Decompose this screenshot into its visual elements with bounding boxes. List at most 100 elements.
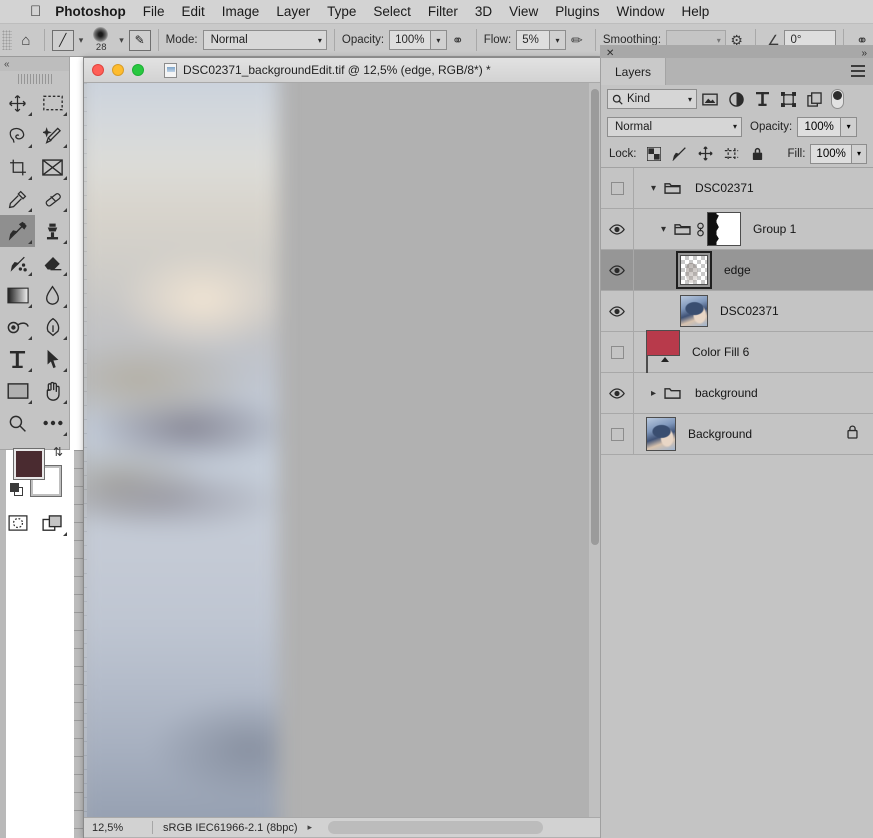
chevron-down-icon[interactable]: ▾ (656, 224, 671, 235)
double-chevron-right-icon[interactable]: » (861, 48, 867, 59)
rectangular-marquee-tool[interactable] (35, 87, 70, 119)
layer-fill-input[interactable]: 100% (810, 143, 852, 164)
foreground-color-swatch[interactable] (13, 448, 45, 480)
rectangle-tool[interactable] (0, 375, 35, 407)
menu-item-plugins[interactable]: Plugins (555, 4, 599, 19)
blur-tool[interactable] (35, 279, 70, 311)
layer-thumbnail[interactable] (680, 295, 708, 327)
chevron-down-icon[interactable]: ▾ (646, 183, 661, 194)
layer-mask-thumbnail[interactable] (707, 212, 741, 246)
menu-item-layer[interactable]: Layer (276, 4, 310, 19)
object-selection-tool[interactable] (35, 119, 70, 151)
pressure-opacity-icon[interactable]: ⚭ (447, 29, 469, 51)
airbrush-icon[interactable]: ✏ (566, 29, 588, 51)
layer-fill-stepper[interactable]: ▾ (851, 143, 867, 164)
menu-item-select[interactable]: Select (373, 4, 411, 19)
menu-item-photoshop[interactable]: Photoshop (55, 4, 126, 19)
eraser-tool[interactable] (35, 247, 70, 279)
layer-visibility-toggle[interactable] (601, 372, 634, 414)
chevron-right-icon[interactable]: ▸ (308, 822, 313, 833)
table-row[interactable]: ▾ Group 1 (601, 208, 873, 250)
zoom-window-button[interactable] (132, 64, 144, 76)
type-layer-filter-icon[interactable] (749, 88, 775, 110)
type-tool[interactable] (0, 343, 35, 375)
layer-blend-mode-select[interactable]: Normal ▾ (607, 116, 742, 137)
zoom-tool[interactable] (0, 407, 35, 439)
table-row[interactable]: Background (601, 413, 873, 455)
lock-position-icon[interactable] (694, 143, 718, 165)
menu-item-edit[interactable]: Edit (182, 4, 205, 19)
zoom-level-value[interactable]: 12,5% (84, 822, 152, 834)
quick-mask-icon[interactable] (0, 507, 35, 539)
lasso-tool[interactable] (0, 119, 35, 151)
pixel-layer-filter-icon[interactable] (697, 88, 723, 110)
layer-opacity-stepper[interactable]: ▾ (841, 116, 858, 137)
pen-tool[interactable] (35, 311, 70, 343)
layer-thumbnail[interactable] (680, 255, 708, 285)
tab-layers[interactable]: Layers (601, 58, 667, 85)
table-row[interactable]: Color Fill 6 (601, 330, 873, 374)
menu-item-filter[interactable]: Filter (428, 4, 458, 19)
scrollbar-thumb[interactable] (591, 89, 599, 545)
layer-visibility-toggle[interactable] (601, 290, 634, 332)
close-window-button[interactable] (92, 64, 104, 76)
panel-menu-icon[interactable] (851, 65, 865, 80)
minimize-window-button[interactable] (112, 64, 124, 76)
layer-visibility-toggle[interactable] (601, 167, 634, 209)
menu-item-image[interactable]: Image (222, 4, 260, 19)
table-row[interactable]: ▸ background (601, 372, 873, 414)
menu-item-help[interactable]: Help (682, 4, 710, 19)
history-brush-tool[interactable] (0, 247, 35, 279)
lock-all-icon[interactable] (746, 143, 770, 165)
table-row[interactable]: ▾ DSC02371 (601, 167, 873, 209)
move-tool[interactable] (0, 87, 35, 119)
eyedropper-tool[interactable] (0, 183, 35, 215)
canvas-area[interactable]: 12,5% sRGB IEC61966-2.1 (8bpc) ▸ (84, 83, 602, 837)
link-layers-icon[interactable] (693, 222, 707, 237)
chevron-down-icon[interactable]: ▾ (79, 35, 84, 46)
layer-opacity-input[interactable]: 100% (797, 116, 842, 137)
dodge-tool[interactable] (0, 311, 35, 343)
menu-item-3d[interactable]: 3D (475, 4, 492, 19)
brush-preset-picker[interactable]: 28 (88, 25, 114, 55)
hand-tool[interactable] (35, 375, 70, 407)
brush-panel-icon[interactable]: ✎ (128, 29, 151, 51)
filter-kind-select[interactable]: Kind ▾ (607, 89, 697, 109)
menu-item-type[interactable]: Type (327, 4, 356, 19)
flow-input[interactable]: 5% (516, 30, 551, 50)
lock-artboard-nesting-icon[interactable] (720, 143, 744, 165)
apple-logo-icon[interactable]:  (30, 4, 41, 19)
clone-stamp-tool[interactable] (35, 215, 70, 247)
brush-preset-chevron-icon[interactable]: ▾ (119, 35, 124, 46)
double-chevron-left-icon[interactable]: « (0, 57, 69, 71)
menu-item-file[interactable]: File (143, 4, 165, 19)
filter-toggle-icon[interactable] (831, 89, 844, 109)
default-colors-icon[interactable] (10, 483, 24, 497)
opacity-stepper[interactable]: ▾ (430, 30, 447, 50)
shape-layer-filter-icon[interactable] (775, 88, 801, 110)
swap-colors-icon[interactable]: ⇅ (53, 445, 63, 459)
spot-healing-brush-tool[interactable] (35, 183, 70, 215)
blend-mode-select[interactable]: Normal ▾ (202, 30, 327, 50)
gradient-tool[interactable] (0, 279, 35, 311)
chevron-right-icon[interactable]: ▸ (646, 388, 661, 399)
smart-object-filter-icon[interactable] (801, 88, 827, 110)
layer-thumbnail[interactable] (646, 417, 676, 451)
fill-layer-thumbnail[interactable] (646, 330, 680, 374)
table-row[interactable]: edge (601, 249, 873, 291)
options-bar-grip[interactable] (2, 30, 12, 50)
opacity-input[interactable]: 100% (389, 30, 431, 50)
home-icon[interactable]: ⌂ (15, 32, 37, 49)
menu-item-view[interactable]: View (509, 4, 538, 19)
frame-tool[interactable] (35, 151, 70, 183)
tools-panel-grip[interactable] (17, 72, 52, 84)
document-title-bar[interactable]: DSC02371_backgroundEdit.tif @ 12,5% (edg… (84, 58, 602, 83)
layer-visibility-toggle[interactable] (601, 413, 634, 455)
edit-toolbar-tool[interactable] (35, 407, 70, 439)
layer-visibility-toggle[interactable] (601, 331, 634, 373)
path-selection-tool[interactable] (35, 343, 70, 375)
lock-transparent-pixels-icon[interactable] (642, 143, 666, 165)
menu-item-window[interactable]: Window (616, 4, 664, 19)
screen-mode-icon[interactable] (35, 507, 70, 539)
layer-visibility-toggle[interactable] (601, 208, 634, 250)
